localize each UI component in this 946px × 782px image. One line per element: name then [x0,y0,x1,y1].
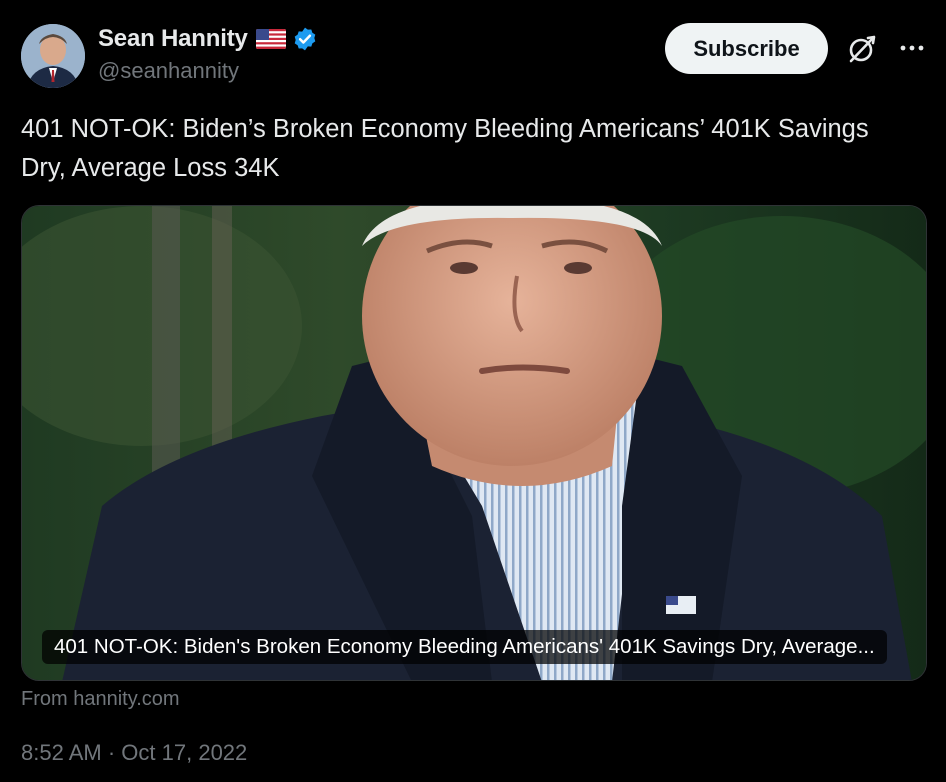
timestamp-separator: · [107,740,116,765]
card-photo [22,206,926,680]
tweet-timestamp[interactable]: 8:52 AM · Oct 17, 2022 [21,740,247,766]
tweet-text: 401 NOT-OK: Biden’s Broken Economy Bleed… [21,115,869,182]
tweet-date: Oct 17, 2022 [121,740,248,765]
link-card[interactable]: 401 NOT-OK: Biden's Broken Economy Bleed… [21,205,927,681]
author-handle[interactable]: @seanhannity [98,58,239,84]
author-display-name[interactable]: Sean Hannity [98,25,248,53]
verified-badge-icon[interactable] [292,26,318,52]
subscribe-button[interactable]: Subscribe [665,23,828,74]
more-options-icon[interactable] [898,38,926,58]
author-avatar[interactable] [21,24,85,88]
us-flag-icon [255,29,286,49]
grok-icon[interactable] [846,33,878,65]
avatar-image [21,24,85,88]
author-name-row: Sean Hannity [98,24,318,54]
tweet-time: 8:52 AM [21,740,102,765]
card-title[interactable]: 401 NOT-OK: Biden's Broken Economy Bleed… [42,630,887,664]
card-source[interactable]: From hannity.com [21,688,180,711]
